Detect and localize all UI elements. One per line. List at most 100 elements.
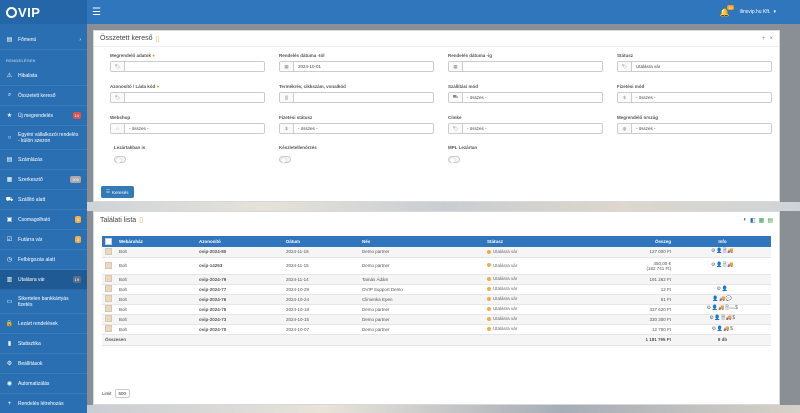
results-panel-header: Találati lista ▯ ◐ ◧ ▦ ▤ (94, 212, 779, 228)
sidebar-item-6[interactable]: ⛟ Szállító alatt (0, 190, 87, 210)
input-value: - összes - (129, 126, 149, 131)
sidebar-item-7[interactable]: ▣ Csomagolható 3 (0, 210, 87, 230)
stock-toggle[interactable] (279, 156, 291, 163)
payment-method-select[interactable]: $ - összes - (617, 92, 772, 103)
row-checkbox[interactable] (105, 247, 112, 255)
payment-status-select[interactable]: $ - összes - (279, 123, 434, 134)
document-icon[interactable]: ▯ (139, 216, 143, 224)
user-menu[interactable]: ilinsvip.hu Kft. ▾ (740, 9, 776, 15)
webshop-select[interactable]: ⌂ - összes - (110, 123, 265, 134)
check-icon: ☑ (6, 237, 13, 243)
logo[interactable]: VIP (0, 0, 87, 24)
info-icon[interactable]: ● (152, 53, 155, 58)
chevron-down-icon: ▾ (773, 9, 776, 15)
search-button[interactable]: ☰ Keresés (101, 186, 134, 198)
info-icons[interactable]: ⚙👤🚚$ (674, 324, 771, 335)
excel-icon[interactable]: ▦ (759, 217, 765, 224)
sidebar-item-8[interactable]: ☑ Futárra vár 3 (0, 230, 87, 250)
csv-icon[interactable]: ▤ (767, 217, 773, 224)
table-row[interactable]: Bolt ovip-14253 2024-11-15 Demo partner Utal… (102, 257, 771, 275)
info-icons[interactable]: ⚙👤🗎🚚$ (674, 314, 771, 325)
sidebar-item-main-menu[interactable]: ▤ Főmenü › (0, 30, 87, 50)
mpl-toggle[interactable] (448, 156, 460, 163)
sidebar-item-label: Egyéni vállalkozói rendelés - külön szez… (18, 131, 79, 144)
hamburger-menu-icon[interactable]: ☰ (92, 7, 101, 18)
table-row[interactable]: Bolt ovip-2024-77 2024-10-29 OVIP Support D… (102, 284, 771, 295)
info-icons[interactable] (674, 274, 771, 285)
order-id-link[interactable]: ovip-2024-76 (196, 294, 283, 305)
name-cell: OVIP Support Demo (359, 284, 484, 295)
column-header[interactable]: Név (359, 236, 484, 247)
row-checkbox[interactable] (105, 315, 112, 322)
closed-toggle[interactable] (114, 156, 126, 163)
order-id-link[interactable]: ovip-14253 (196, 257, 283, 275)
field-label: Címke (448, 115, 462, 120)
input-value: - összes - (636, 95, 656, 100)
order-id-link[interactable]: ovip-2024-73 (196, 314, 283, 325)
sidebar-item-10[interactable]: ▥ Utalásra vár 19 (0, 270, 87, 290)
limit-input[interactable]: 500 (114, 389, 131, 398)
table-row[interactable]: Bolt ovip-2024-75 2024-10-18 Demo partner Ut… (102, 304, 771, 315)
column-header[interactable]: Dátum (283, 236, 359, 247)
tag-select[interactable]: 🏷 - összes - (448, 123, 603, 134)
date-from-input[interactable]: ▦ 2024-10-01 (279, 61, 434, 72)
order-id-link[interactable]: ovip-2024-77 (196, 284, 283, 295)
date-cell: 2024-11-14 (283, 274, 359, 285)
shop-cell: Bolt (116, 314, 196, 325)
sidebar-item-1[interactable]: ⌕ Összetett kereső (0, 86, 87, 106)
order-id-link[interactable]: ovip-2024-75 (196, 304, 283, 315)
column-header[interactable]: Webáruház (116, 236, 196, 247)
status-select[interactable]: 🏷 Utalásra vár (617, 61, 772, 72)
row-checkbox[interactable] (105, 325, 112, 332)
info-icon[interactable]: ● (157, 84, 160, 89)
sidebar-item-11[interactable]: ▭ Sikertelen bankkártyás fizetés (0, 290, 87, 314)
product-input[interactable]: ||| (279, 92, 434, 103)
notification-bell-icon[interactable]: 🔔 16 (720, 4, 734, 17)
order-id-link[interactable]: ovip-2024-79 (196, 274, 283, 285)
sidebar-item-3[interactable]: ○ Egyéni vállalkozói rendelés - külön sze… (0, 126, 87, 150)
order-id-link[interactable]: ovip-2024-80 (196, 247, 283, 258)
document-icon[interactable]: ▯ (156, 35, 160, 43)
sidebar-item-9[interactable]: ◷ Felbírgozás alatt (0, 250, 87, 270)
order-id-link[interactable]: ovip-2024-70 (196, 324, 283, 335)
sidebar-item-12[interactable]: 🔒 Lezárt rendelések (0, 314, 87, 334)
table-row[interactable]: Bolt ovip-2024-80 2024-11-18 Demo partner Ut… (102, 247, 771, 258)
sidebar-item-4[interactable]: ▤ Számlázás (0, 150, 87, 170)
print-icon[interactable]: ◐ (743, 217, 747, 224)
column-header[interactable]: Info (674, 236, 771, 247)
row-checkbox[interactable] (105, 295, 112, 302)
customer-input[interactable]: 🏷 (110, 61, 265, 72)
column-header[interactable]: Azonosító (196, 236, 283, 247)
sidebar-item-14[interactable]: ⚙ Beállítások (0, 354, 87, 374)
sidebar-item-5[interactable]: ▦ Szerkesztő 200 (0, 170, 87, 190)
id-input[interactable]: 🏷 (110, 92, 265, 103)
info-icons[interactable]: ⚙👤🗎🚚 (674, 247, 771, 258)
info-icons[interactable]: ⚙👤 (674, 284, 771, 295)
row-checkbox[interactable] (105, 285, 112, 292)
shipping-select[interactable]: ⛟ - összes - (448, 92, 603, 103)
row-checkbox[interactable] (105, 275, 112, 282)
table-row[interactable]: Bolt ovip-2024-70 2024-10-07 Demo partner Ut… (102, 324, 771, 335)
country-select[interactable]: ◍ - összes - (617, 123, 772, 134)
collapse-icon[interactable]: + (762, 36, 766, 42)
table-row[interactable]: Bolt ovip-2024-79 2024-11-14 Tamás Ádám Utal… (102, 274, 771, 285)
row-checkbox[interactable] (105, 261, 112, 269)
sidebar-item-13[interactable]: ▮ Statisztika (0, 334, 87, 354)
column-header[interactable]: Összeg (564, 236, 674, 247)
sidebar-item-15[interactable]: ◉ Automatizálás (0, 374, 87, 394)
table-row[interactable]: Bolt ovip-2024-76 2024-10-24 Climenka Epen U… (102, 294, 771, 305)
row-checkbox[interactable] (105, 305, 112, 312)
sidebar-item-0[interactable]: ⚠ Hibalista (0, 66, 87, 86)
export-icon[interactable]: ◧ (750, 217, 756, 224)
sidebar-item-16[interactable]: + Rendelés létrehozás (0, 394, 87, 413)
info-icons[interactable]: ⚙👤🗎🚚 (674, 257, 771, 275)
status-dot-icon (487, 316, 491, 321)
table-row[interactable]: Bolt ovip-2024-73 2024-10-15 Demo partner Ut… (102, 314, 771, 325)
select-all-checkbox[interactable] (105, 237, 112, 245)
date-to-input[interactable]: ▦ (448, 61, 603, 72)
close-icon[interactable]: × (769, 36, 773, 42)
column-header[interactable]: Státusz (484, 236, 564, 247)
info-icons[interactable]: 👤🚚💬 (674, 294, 771, 305)
sidebar-item-2[interactable]: ★ Új megrendelés 14 (0, 106, 87, 126)
info-icons[interactable]: ⚙👤🚚🗎▭$ (674, 304, 771, 315)
